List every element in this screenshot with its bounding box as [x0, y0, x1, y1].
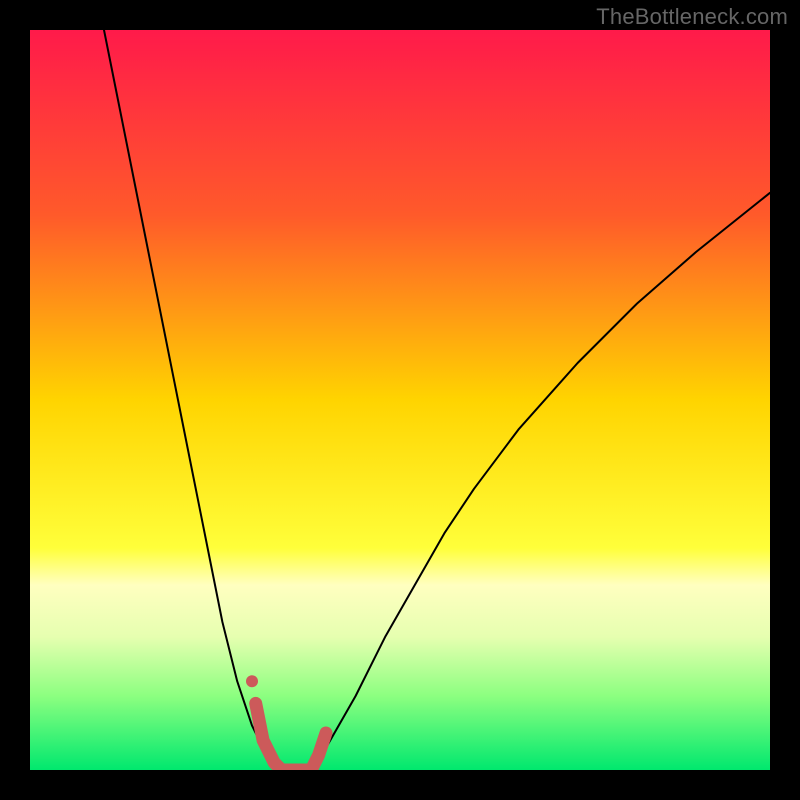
gradient-rect	[30, 30, 770, 770]
chart-frame: TheBottleneck.com	[0, 0, 800, 800]
watermark-label: TheBottleneck.com	[596, 4, 788, 30]
chart-svg	[30, 30, 770, 770]
plot-area	[30, 30, 770, 770]
points-group	[246, 675, 258, 687]
marker-dot	[246, 675, 258, 687]
